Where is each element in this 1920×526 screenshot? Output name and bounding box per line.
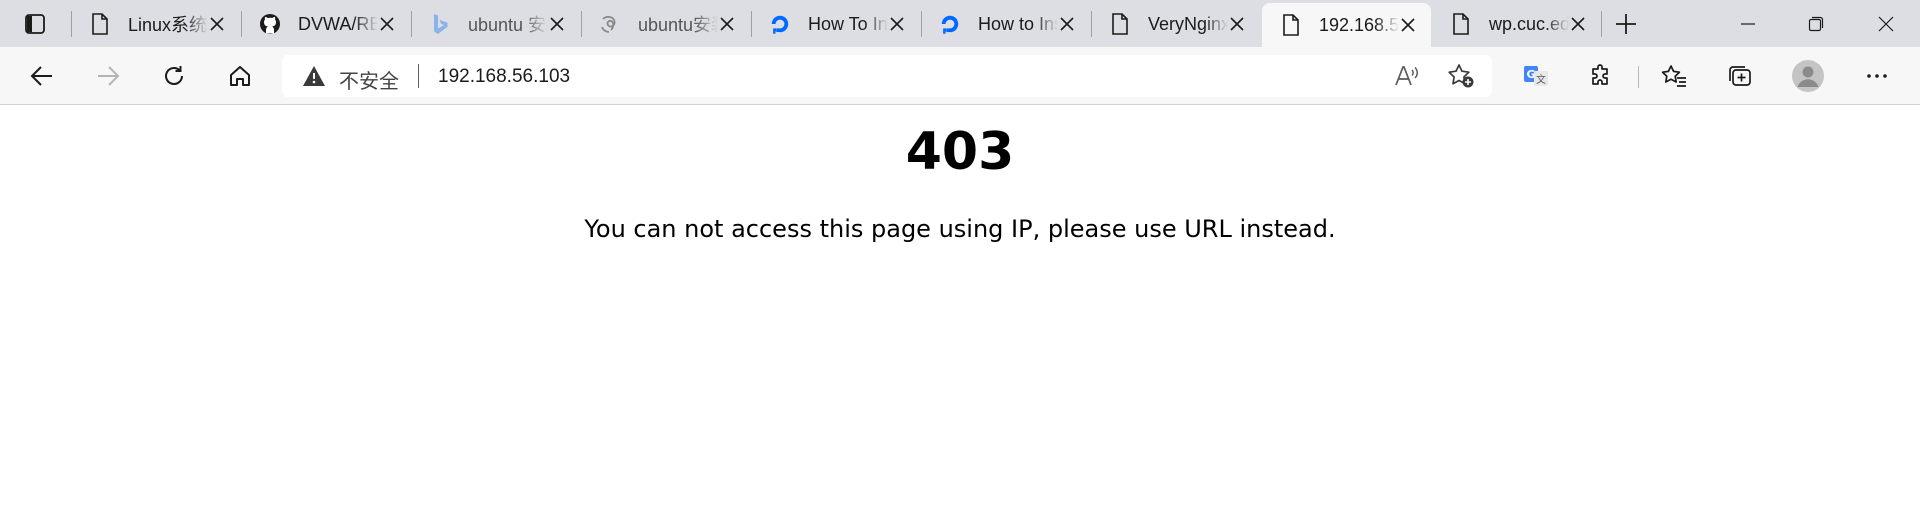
close-tab-icon[interactable] xyxy=(546,13,568,35)
tab-separator xyxy=(1601,11,1602,37)
tab-title: VeryNginx xyxy=(1148,13,1228,34)
refresh-icon xyxy=(165,66,183,85)
minimize-icon xyxy=(1741,22,1755,25)
svg-text:文: 文 xyxy=(1536,73,1546,86)
settings-more-button[interactable] xyxy=(1859,59,1895,93)
forward-arrow-icon xyxy=(98,66,120,86)
tab-actions-menu-button[interactable] xyxy=(17,8,53,40)
collections-icon xyxy=(1729,66,1751,86)
home-button[interactable] xyxy=(222,59,258,93)
close-tab-icon[interactable] xyxy=(1397,14,1419,36)
home-icon xyxy=(230,66,250,86)
tab-title: DVWA/README xyxy=(298,13,378,34)
translate-button[interactable]: G文 xyxy=(1518,59,1554,93)
close-tab-icon[interactable] xyxy=(206,13,228,35)
tab-dvwa[interactable]: DVWA/README xyxy=(241,5,410,43)
tab-192-168-56-103[interactable]: 192.168.56.103 xyxy=(1262,3,1431,47)
close-tab-icon[interactable] xyxy=(1567,13,1589,35)
tab-title: ubuntu安装 xyxy=(638,15,718,35)
tab-ubuntu-bing[interactable]: ubuntu 安装 xyxy=(411,5,580,43)
restore-button[interactable] xyxy=(1782,0,1850,47)
minimize-button[interactable] xyxy=(1714,0,1782,47)
plus-icon xyxy=(1616,14,1636,34)
tab-title: 192.168.56.103 xyxy=(1319,14,1399,35)
close-tab-icon[interactable] xyxy=(1056,13,1078,35)
back-arrow-icon xyxy=(30,66,52,86)
avatar xyxy=(1792,60,1824,92)
tab-strip: Linux系统 DVWA/README ubuntu 安装 ubuntu安装 H… xyxy=(0,0,1920,47)
address-divider xyxy=(418,64,419,88)
new-tab-button[interactable] xyxy=(1608,8,1644,40)
collections-button[interactable] xyxy=(1722,59,1758,93)
close-icon xyxy=(1878,16,1894,31)
bing-icon xyxy=(429,13,451,35)
navigation-toolbar: 不安全 192.168.56.103 G文 xyxy=(0,47,1920,105)
digitalocean-icon xyxy=(939,13,961,35)
close-tab-icon[interactable] xyxy=(376,13,398,35)
favorites-star-list-icon xyxy=(1661,65,1686,87)
tab-title: Linux系统 xyxy=(128,15,208,35)
document-icon xyxy=(1450,13,1472,35)
close-tab-icon[interactable] xyxy=(1226,13,1248,35)
page-content: 403 You can not access this page using I… xyxy=(0,106,1920,526)
tab-title: How To Install xyxy=(808,13,888,34)
add-favorite-icon[interactable] xyxy=(1446,62,1476,90)
error-message: You can not access this page using IP, p… xyxy=(584,215,1336,243)
profile-button[interactable] xyxy=(1790,59,1826,93)
back-button[interactable] xyxy=(24,59,60,93)
close-tab-icon[interactable] xyxy=(886,13,908,35)
tab-title: ubuntu 安装 xyxy=(468,15,548,35)
refresh-button[interactable] xyxy=(156,59,192,93)
restore-icon xyxy=(1808,16,1824,31)
warning-icon[interactable] xyxy=(302,65,326,87)
puzzle-icon xyxy=(1592,64,1608,85)
extensions-button[interactable] xyxy=(1583,59,1619,93)
error-code-heading: 403 xyxy=(905,122,1015,182)
close-tab-icon[interactable] xyxy=(716,13,738,35)
swirl-icon xyxy=(599,13,621,35)
tab-linux[interactable]: Linux系统 xyxy=(71,5,240,43)
address-bar[interactable]: 不安全 192.168.56.103 xyxy=(282,55,1492,97)
document-icon xyxy=(1109,13,1131,35)
tab-title: How to Install xyxy=(978,13,1058,34)
github-icon xyxy=(259,13,281,35)
tab-ubuntu-install[interactable]: ubuntu安装 xyxy=(581,5,750,43)
tab-wp-cuc[interactable]: wp.cuc.edu.cn xyxy=(1432,5,1601,43)
tab-how-to-install-1[interactable]: How To Install xyxy=(751,5,920,43)
favorites-button[interactable] xyxy=(1656,59,1692,93)
translate-icon: G文 xyxy=(1524,66,1548,86)
document-icon xyxy=(1280,14,1302,36)
close-window-button[interactable] xyxy=(1852,0,1920,47)
tab-verynginx[interactable]: VeryNginx xyxy=(1091,5,1260,43)
url-text[interactable]: 192.168.56.103 xyxy=(438,66,570,88)
not-secure-label[interactable]: 不安全 xyxy=(339,65,399,94)
read-aloud-icon[interactable] xyxy=(1392,62,1422,90)
document-icon xyxy=(89,13,111,35)
forward-button[interactable] xyxy=(90,59,126,93)
toolbar-separator xyxy=(1638,66,1639,88)
tab-how-to-install-2[interactable]: How to Install xyxy=(921,5,1090,43)
tab-actions-icon xyxy=(25,14,45,34)
more-ellipsis-icon xyxy=(1867,74,1887,78)
tab-title: wp.cuc.edu.cn xyxy=(1489,13,1569,34)
digitalocean-icon xyxy=(769,13,791,35)
